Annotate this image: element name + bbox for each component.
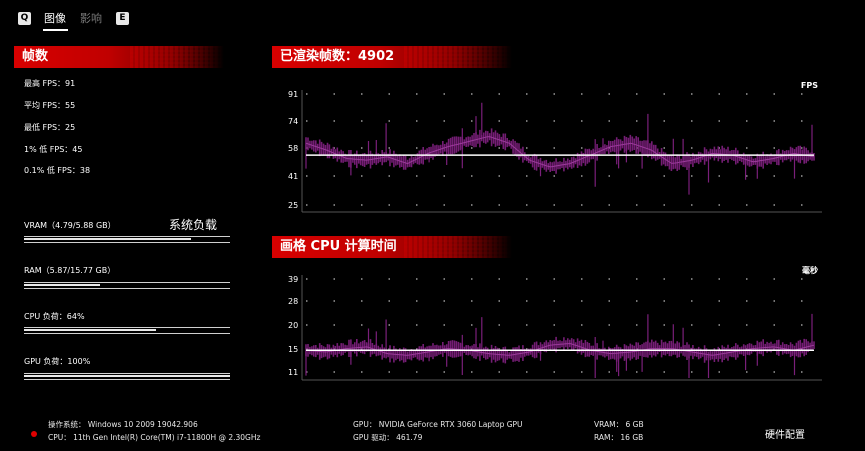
ram-bar-fill bbox=[24, 284, 101, 286]
os-value: Windows 10 2009 19042.906 bbox=[87, 420, 198, 429]
active-tab-underline bbox=[43, 29, 68, 31]
os-label: 操作系统： bbox=[48, 420, 86, 429]
pixel-fade-decoration bbox=[404, 236, 512, 258]
hardware-config-button[interactable]: 硬件配置 bbox=[765, 426, 805, 441]
gpu-value: NVIDIA GeForce RTX 3060 Laptop GPU bbox=[378, 420, 523, 429]
gpu-info: GPU： NVIDIA GeForce RTX 3060 Laptop GPU bbox=[353, 420, 523, 430]
y-tick-label: 25 bbox=[288, 201, 298, 210]
frames-title: 帧数 bbox=[22, 49, 49, 64]
vram-info-value: 6 GB bbox=[625, 420, 644, 429]
cpu-chart-header: 画格 CPU 计算时间 bbox=[272, 236, 512, 258]
stat-1pct-low-fps: 1% 低 FPS：45 bbox=[24, 145, 83, 154]
y-tick-label: 91 bbox=[288, 90, 298, 99]
ram-label: RAM（5.87/15.77 GB） bbox=[24, 266, 116, 275]
ram-info-label: RAM： bbox=[594, 433, 619, 442]
cpu-frame-time-title: 画格 CPU 计算时间 bbox=[280, 239, 397, 254]
unit-label: 毫秒 bbox=[802, 266, 818, 275]
series-band bbox=[305, 128, 815, 174]
stat-01pct-low-fps: 0.1% 低 FPS：38 bbox=[24, 166, 91, 175]
y-tick-label: 20 bbox=[288, 321, 298, 330]
y-tick-label: 11 bbox=[288, 368, 298, 377]
y-tick-label: 39 bbox=[288, 275, 298, 284]
fps-chart: 91 74 58 41 25 FPS bbox=[288, 81, 822, 213]
y-tick-label: 41 bbox=[288, 172, 298, 181]
system-load-title: 系统负载 bbox=[169, 218, 218, 232]
cpu-load-bar bbox=[24, 327, 230, 334]
gpu-driver-info: GPU 驱动： 461.79 bbox=[353, 433, 422, 443]
gpu-driver-label: GPU 驱动： bbox=[353, 433, 394, 442]
gpu-load-label: GPU 负荷：100% bbox=[24, 357, 91, 366]
gpu-load-bar bbox=[24, 373, 230, 380]
status-dot-icon bbox=[31, 431, 37, 437]
tab-image[interactable]: 图像 bbox=[44, 12, 66, 26]
cpu-value: 11th Gen Intel(R) Core(TM) i7-11800H @ 2… bbox=[73, 433, 261, 442]
tab-effects[interactable]: 影响 bbox=[80, 12, 102, 26]
vram-label: VRAM（4.79/5.88 GB） bbox=[24, 221, 116, 230]
gpu-driver-value: 461.79 bbox=[396, 433, 423, 442]
cpu-label: CPU： bbox=[48, 433, 71, 442]
cpu-load-label: CPU 负荷：64% bbox=[24, 312, 85, 321]
os-info: 操作系统： Windows 10 2009 19042.906 bbox=[48, 420, 198, 430]
frames-header: 帧数 bbox=[14, 46, 224, 68]
vram-bar-fill bbox=[24, 238, 191, 240]
y-tick-label: 15 bbox=[288, 345, 298, 354]
vram-info-label: VRAM： bbox=[594, 420, 624, 429]
fps-chart-header: 已渲染帧数：4902 bbox=[272, 46, 512, 68]
gpu-load-bar-fill bbox=[24, 375, 230, 377]
e-key-icon[interactable]: E bbox=[116, 12, 129, 25]
ram-bar bbox=[24, 282, 230, 289]
q-key-icon[interactable]: Q bbox=[18, 12, 31, 25]
stat-max-fps: 最高 FPS：91 bbox=[24, 79, 76, 88]
pixel-fade-decoration bbox=[404, 46, 512, 68]
y-tick-label: 74 bbox=[288, 117, 298, 126]
gpu-label: GPU： bbox=[353, 420, 377, 429]
cpu-chart: 39 28 20 15 11 毫秒 bbox=[288, 266, 822, 381]
ram-info: RAM： 16 GB bbox=[594, 433, 643, 443]
y-tick-label: 28 bbox=[288, 297, 298, 306]
pixel-fade-decoration bbox=[129, 46, 224, 68]
stat-avg-fps: 平均 FPS：55 bbox=[24, 101, 76, 110]
ram-info-value: 16 GB bbox=[620, 433, 644, 442]
vram-bar bbox=[24, 236, 230, 243]
unit-label: FPS bbox=[801, 81, 818, 90]
rendered-frames-title: 已渲染帧数：4902 bbox=[280, 49, 395, 64]
stat-min-fps: 最低 FPS：25 bbox=[24, 123, 76, 132]
cpu-info: CPU： 11th Gen Intel(R) Core(TM) i7-11800… bbox=[48, 433, 260, 443]
cpu-load-bar-fill bbox=[24, 329, 156, 331]
y-tick-label: 58 bbox=[288, 144, 298, 153]
vram-info: VRAM： 6 GB bbox=[594, 420, 644, 430]
